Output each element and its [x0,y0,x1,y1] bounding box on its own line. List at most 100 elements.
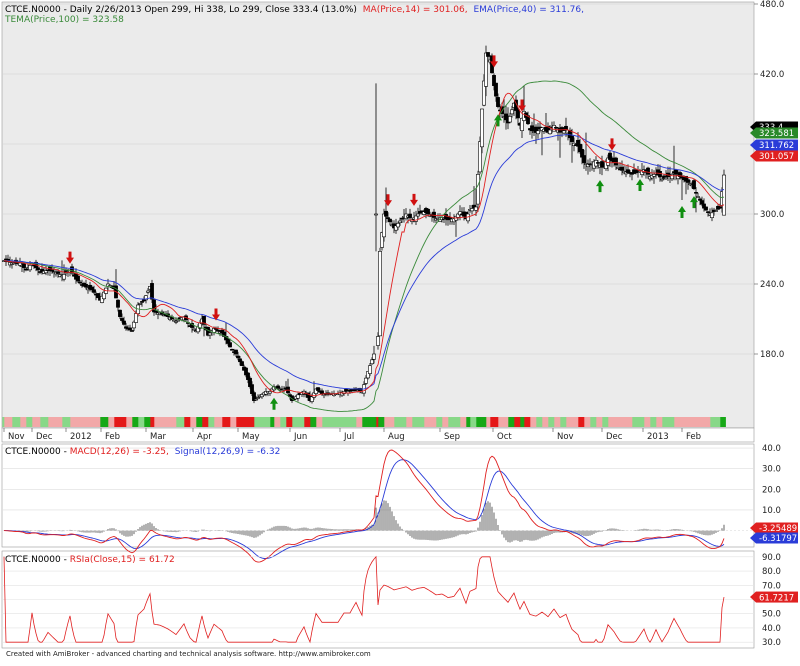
candle-body [50,269,54,272]
candle-body [660,178,664,181]
macd-tick-label: 30.0 [762,465,781,475]
candle-body [426,208,430,215]
candle-body [718,206,722,209]
macd-tick-label: 40.0 [762,444,781,454]
candle-body [470,208,474,212]
candle-body [236,355,240,359]
candle-body [382,213,386,238]
candle-body [120,318,124,321]
rsi-tick-label: 70.0 [762,581,781,591]
price-badge-text: 301.057 [759,152,794,162]
rsi-tick-label: 40.0 [762,624,781,634]
x-tick-label: Nov [557,432,574,442]
trend-color-strip [2,417,726,427]
candle-body [128,327,132,331]
x-tick-label: Aug [388,432,405,442]
price-badge-text: 311.762 [759,141,794,151]
candle-body [582,155,586,163]
candle-body [664,177,668,180]
price-tick-label: 300.0 [760,210,784,220]
candle-body [562,130,566,134]
candle-body [476,174,480,205]
rsi-label: RSIa(Close,15) = 61.72 [70,555,175,565]
candle-body [416,213,420,217]
candle-body [24,268,28,271]
macd-title: CTCE.N0000 - MACD(12,26) = -3.25, Signal… [5,447,280,457]
candle-body [18,262,22,266]
candle-body [320,390,324,394]
ema-label: EMA(Price,40) = 311.76, [473,5,584,15]
price-badge-text: 323.581 [759,129,794,139]
candle-body [276,385,280,389]
macd-badge-text: -6.31797 [759,534,797,544]
price-tick-label: 480.0 [760,0,784,10]
rsi-tick-label: 50.0 [762,610,781,620]
x-tick-label: Feb [105,432,120,442]
candle-body [122,320,126,325]
candle-body [398,220,402,223]
candle-body [508,116,512,123]
macd-label: MACD(12,26) = -3.25, [70,447,169,457]
chart-canvas[interactable]: 480.0420.0360.0300.0240.0180.0 333.4323.… [0,0,800,662]
candle-body [216,329,220,332]
candle-body [92,289,96,293]
candle-body [694,191,698,194]
candle-body [62,274,66,280]
strip-segment [722,417,726,427]
candle-body [296,394,300,399]
candle-body [370,359,374,365]
chart-window: 480.0420.0360.0300.0240.0180.0 333.4323.… [0,0,800,662]
candle-body [704,206,708,211]
candle-body [208,332,212,336]
candle-body [154,310,158,313]
candle-body [548,129,552,135]
candle-body [388,218,392,223]
candle-body [706,211,710,213]
candle-body [396,223,400,228]
candle-body [228,342,232,348]
candle-body [118,309,122,317]
candle-body [674,169,678,175]
candle-body [484,52,488,87]
candle-body [516,109,520,119]
x-tick-label: Nov [8,432,25,442]
price-tick-label: 180.0 [760,350,784,360]
candle-body [150,283,154,300]
candle-body [234,349,238,355]
candle-body [686,179,690,183]
candle-body [570,135,574,142]
candle-body [692,180,696,190]
x-tick-label: 2012 [70,432,92,442]
candle-body [670,174,674,180]
footer-credit: Created with AmiBroker - advanced charti… [6,650,371,658]
x-tick-label: Feb [686,432,701,442]
candle-body [408,213,412,219]
candle-body [480,108,484,148]
candle-body [384,210,388,217]
rsi-tick-label: 90.0 [762,553,781,563]
candle-body [658,171,662,178]
candle-body [646,167,650,175]
x-tick-label: 2013 [647,432,669,442]
candle-body [698,198,702,201]
candle-body [486,52,490,57]
candle-body [376,336,380,346]
x-tick-label: Mar [150,432,167,442]
candle-body [652,174,656,177]
candle-body [174,321,178,323]
candle-body [134,313,138,323]
candle-body [56,271,60,274]
candle-body [116,299,120,308]
candle-body [172,319,176,322]
macd-value-badges: -3.25489-6.31797 [750,522,798,544]
price-title: CTCE.N0000 - Daily 2/26/2013 Open 299, H… [5,5,584,15]
x-tick-label: Jul [343,432,354,442]
candle-body [386,217,390,219]
candle-body [76,275,80,282]
rsi-value-badges: 61.7217 [750,591,798,603]
price-y-axis: 480.0420.0360.0300.0240.0180.0 [754,0,784,360]
x-tick-label: Dec [606,432,623,442]
candle-body [254,398,258,401]
candle-body [368,365,372,374]
ma-label: MA(Price,14) = 301.06, [363,5,468,15]
